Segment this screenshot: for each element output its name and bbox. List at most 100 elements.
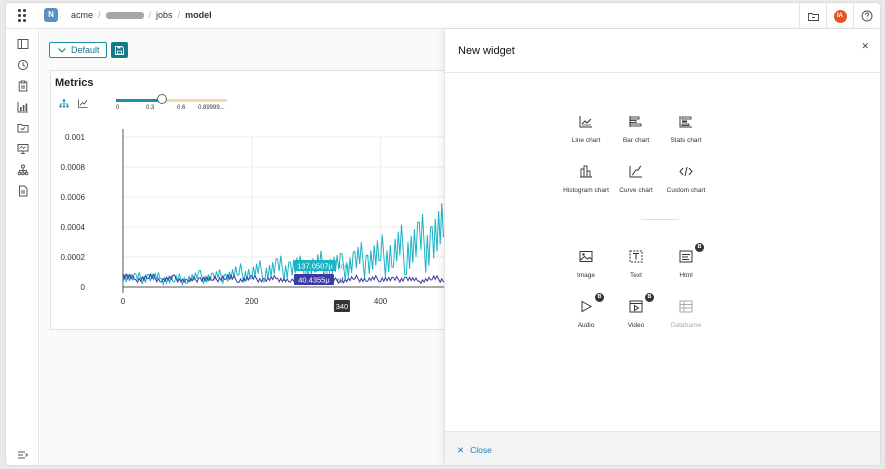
user-menu-button[interactable]: IA — [826, 3, 853, 29]
play-icon — [581, 300, 593, 313]
curve-chart-icon — [629, 165, 642, 178]
widget-option-html[interactable]: Html B — [661, 243, 711, 280]
apps-menu-icon[interactable] — [18, 9, 28, 23]
table-icon — [679, 300, 693, 313]
widget-label: Text — [630, 272, 642, 279]
beta-badge: B — [645, 293, 654, 302]
video-icon — [629, 300, 643, 313]
widget-option-text[interactable]: Text — [611, 250, 661, 280]
widget-label: Dataframe — [670, 322, 702, 329]
widget-label: Audio — [577, 322, 595, 329]
main-content: Default Metrics 0 0.3 0.6 0.89999... 0.0… — [40, 29, 445, 465]
widget-option-video[interactable]: Video B — [611, 293, 661, 330]
beta-badge: B — [695, 243, 704, 252]
group-divider — [641, 219, 679, 220]
breadcrumb: acme / / jobs / model — [71, 10, 212, 20]
y-tick-label: 0.0006 — [61, 193, 86, 202]
panel-footer: ✕ Close — [445, 431, 880, 465]
hierarchy-icon[interactable] — [17, 164, 29, 176]
y-tick-label: 0.0004 — [61, 223, 86, 232]
divider — [445, 72, 880, 73]
widget-label: Line chart — [571, 137, 601, 144]
y-tick-label: 0.0002 — [61, 253, 86, 262]
widget-option-stats[interactable]: Stats chart — [661, 115, 711, 145]
series-line-loss — [122, 203, 445, 287]
top-right-actions: IA — [799, 3, 880, 29]
layout-icon[interactable] — [17, 38, 29, 50]
document-icon[interactable] — [17, 185, 29, 197]
metrics-chart[interactable]: 0.001 0.0008 0.0006 0.0004 0.0002 0 0 200 400 137… — [51, 71, 445, 331]
close-icon[interactable]: ✕ — [861, 41, 869, 52]
clipboard-icon[interactable] — [17, 80, 29, 92]
breadcrumb-current: model — [185, 10, 212, 20]
breadcrumb-separator: / — [148, 10, 152, 20]
hover-loss-name: loss — [339, 262, 353, 271]
folder-icon[interactable] — [17, 122, 29, 134]
widget-label: Curve chart — [619, 187, 653, 194]
x-tick-label: 0 — [121, 297, 126, 306]
widget-option-audio[interactable]: Audio B — [561, 293, 611, 330]
y-tick-label: 0.001 — [65, 133, 86, 142]
collapse-icon[interactable] — [17, 449, 29, 461]
folder-icon — [807, 12, 819, 21]
hover-x-value: 340 — [336, 302, 349, 311]
chart-icon[interactable] — [17, 101, 29, 113]
beta-badge: B — [595, 293, 604, 302]
breadcrumb-project-redacted[interactable] — [105, 11, 144, 19]
save-button[interactable] — [111, 42, 128, 58]
breadcrumb-separator: / — [177, 10, 181, 20]
widget-option-custom[interactable]: Custom chart — [661, 165, 711, 195]
view-selector[interactable]: Default — [49, 42, 107, 58]
histogram-icon — [580, 165, 592, 178]
close-button[interactable]: ✕ Close — [457, 445, 492, 456]
widget-label: Custom chart — [666, 187, 706, 194]
monitor-icon[interactable] — [17, 143, 29, 155]
hover-loss-value: 137.0507μ — [297, 262, 333, 271]
widget-option-image[interactable]: Image — [561, 250, 611, 280]
html-icon — [679, 250, 693, 263]
y-tick-label: 0 — [81, 283, 86, 292]
sidebar — [6, 29, 39, 465]
close-icon: ✕ — [457, 445, 465, 455]
widget-option-curve[interactable]: Curve chart — [611, 165, 661, 195]
widget-option-histogram[interactable]: Histogram chart — [561, 165, 611, 195]
view-selector-label: Default — [71, 45, 100, 55]
app-window: N acme / / jobs / model IA Default Metri… — [6, 3, 880, 465]
breadcrumb-separator: / — [98, 10, 101, 20]
breadcrumb-workspace[interactable]: acme — [71, 10, 93, 20]
widget-label: Histogram chart — [563, 187, 609, 194]
widget-option-bar[interactable]: Bar chart — [611, 115, 661, 145]
help-icon — [861, 10, 873, 22]
widget-option-line[interactable]: Line chart — [561, 115, 611, 145]
stats-chart-icon — [679, 116, 692, 128]
save-icon — [115, 45, 124, 55]
project-avatar[interactable]: N — [44, 8, 58, 22]
hover-rd-name: rd — [337, 276, 344, 285]
top-bar: N acme / / jobs / model IA — [6, 3, 880, 29]
user-avatar: IA — [833, 9, 847, 23]
bar-chart-icon — [629, 116, 642, 127]
y-tick-label: 0.0008 — [61, 163, 86, 172]
chevron-down-icon — [58, 47, 66, 53]
widget-label: Bar chart — [622, 137, 650, 144]
panel-title: New widget — [458, 45, 515, 57]
new-widget-panel: New widget ✕ Line chart Bar chart Stats ch… — [444, 29, 880, 465]
hover-rd-value: 40.4355μ — [298, 276, 329, 285]
close-label: Close — [470, 445, 492, 455]
widget-option-dataframe: Dataframe — [661, 300, 711, 330]
line-chart-icon — [579, 116, 592, 128]
x-tick-label: 200 — [245, 297, 259, 306]
widget-label: Video — [627, 322, 645, 329]
text-icon — [629, 250, 643, 263]
widget-label: Html — [679, 272, 693, 279]
metrics-card: Metrics 0 0.3 0.6 0.89999... 0.001 0.0008… — [50, 70, 445, 331]
breadcrumb-section[interactable]: jobs — [156, 10, 173, 20]
folder-button[interactable] — [799, 3, 826, 29]
history-icon[interactable] — [17, 59, 29, 71]
image-icon — [579, 251, 593, 262]
widget-label: Stats chart — [670, 137, 702, 144]
widget-label: Image — [576, 272, 596, 279]
help-button[interactable] — [853, 3, 880, 29]
code-icon — [679, 166, 693, 177]
x-tick-label: 400 — [374, 297, 388, 306]
